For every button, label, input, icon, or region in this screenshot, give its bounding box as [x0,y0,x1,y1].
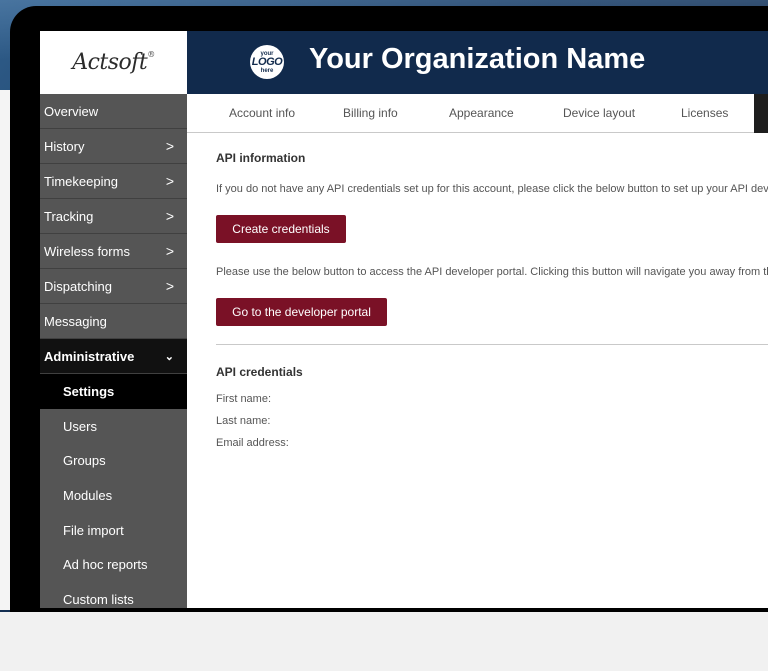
api-information-title: API information [216,151,306,165]
app-screen: Actsoft® your LOGO here Your Organizatio… [40,31,768,608]
sidebar-item-dispatching[interactable]: Dispatching > [40,269,187,304]
org-name: Your Organization Name [309,43,646,75]
tab-billing-info[interactable]: Billing info [343,94,398,133]
app-header: your LOGO here Your Organization Name [187,31,768,94]
sidebar-item-history[interactable]: History > [40,129,187,164]
sidebar-item-tracking[interactable]: Tracking > [40,199,187,234]
first-name-label: First name: [216,393,272,405]
chevron-right-icon: > [165,278,174,294]
org-logo-icon: your LOGO here [250,45,284,79]
sidebar: Overview History > Timekeeping > Tracking >… [40,94,187,608]
tab-appearance[interactable]: Appearance [449,94,514,133]
email-address-label: Email address: [216,437,289,449]
sidebar-subitem-ad-hoc-reports[interactable]: Ad hoc reports [40,547,187,582]
sidebar-subitem-file-import[interactable]: File import [40,513,187,548]
sidebar-subitem-modules[interactable]: Modules [40,478,187,513]
sidebar-subitem-groups[interactable]: Groups [40,443,187,478]
sidebar-subitem-custom-lists[interactable]: Custom lists [40,582,187,608]
chevron-down-icon: ⌄ [164,350,174,363]
actsoft-logo[interactable]: Actsoft® [40,31,187,94]
sidebar-item-timekeeping[interactable]: Timekeeping > [40,164,187,199]
sidebar-subitem-users[interactable]: Users [40,409,187,444]
sidebar-item-administrative[interactable]: Administrative ⌄ [40,339,187,374]
api-info-description: If you do not have any API credentials s… [216,183,768,195]
last-name-label: Last name: [216,415,271,427]
create-credentials-button[interactable]: Create credentials [216,215,346,243]
settings-content: API information If you do not have any A… [216,133,768,608]
chevron-right-icon: > [165,208,174,224]
tab-account-info[interactable]: Account info [229,94,295,133]
api-credentials-title: API credentials [216,365,303,379]
sidebar-subitem-settings[interactable]: Settings [40,374,187,409]
tab-licenses[interactable]: Licenses [681,94,728,133]
tab-device-layout[interactable]: Device layout [563,94,635,133]
settings-tabs: Account info Billing info Appearance Dev… [187,94,768,133]
sidebar-item-overview[interactable]: Overview [40,94,187,129]
sidebar-item-wireless-forms[interactable]: Wireless forms > [40,234,187,269]
section-divider [216,344,768,345]
chevron-right-icon: > [165,173,174,189]
developer-portal-button[interactable]: Go to the developer portal [216,298,387,326]
logo-text: Actsoft® [72,50,155,75]
bottom-strip [0,612,768,671]
tab-active-edge[interactable] [754,94,768,133]
chevron-right-icon: > [165,138,174,154]
chevron-right-icon: > [165,243,174,259]
developer-portal-description: Please use the below button to access th… [216,266,768,278]
sidebar-item-messaging[interactable]: Messaging [40,304,187,339]
